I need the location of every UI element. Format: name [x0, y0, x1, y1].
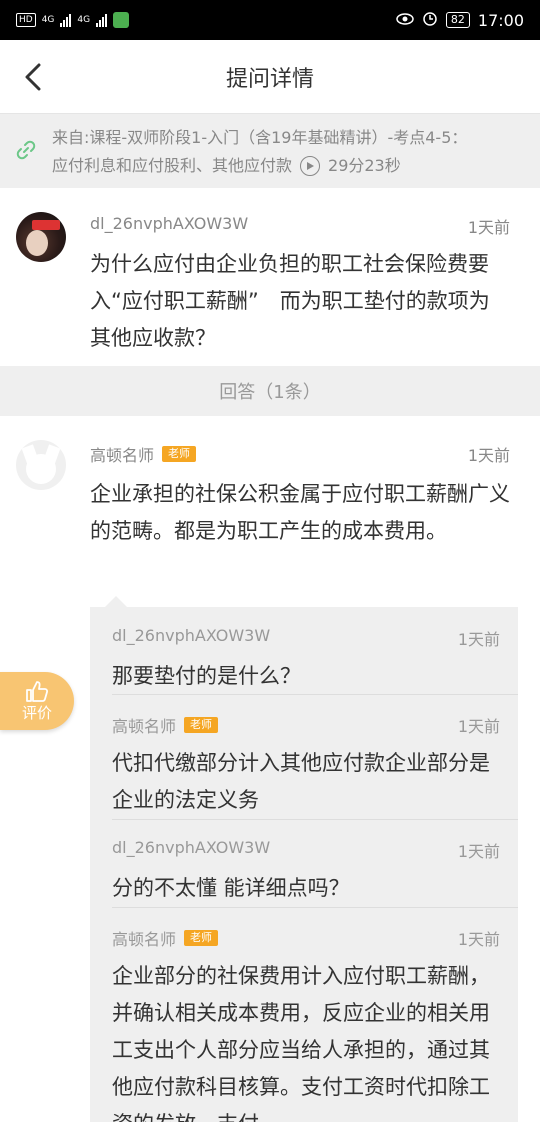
- rate-button[interactable]: 评价: [0, 672, 74, 730]
- teacher-badge: 老师: [184, 717, 219, 733]
- question-card: dl_26nvphAXOW3W 1天前 为什么应付由企业负担的职工社会保险费要入…: [0, 188, 540, 366]
- followup-username: dl_26nvphAXOW3W: [112, 626, 271, 645]
- thumbs-up-icon: [26, 680, 49, 702]
- signal-icon: [60, 13, 72, 27]
- divider: [112, 694, 518, 695]
- play-icon[interactable]: [300, 156, 321, 176]
- source-line-2: 应付利息和应付股利、其他应付款 29分23秒: [52, 152, 524, 180]
- answer-time: 1天前: [467, 446, 510, 465]
- video-duration: 29分23秒: [328, 156, 401, 175]
- eye-icon: [396, 11, 414, 30]
- avatar[interactable]: [16, 212, 66, 262]
- question-time: 1天前: [467, 218, 510, 237]
- battery-icon: 82: [445, 12, 470, 28]
- source-topic: 应付利息和应付股利、其他应付款: [52, 156, 293, 175]
- nav-header: 提问详情: [0, 40, 540, 114]
- status-left: HD 4G 4G: [16, 12, 130, 28]
- back-button[interactable]: [18, 62, 48, 92]
- link-icon: [14, 138, 38, 162]
- followup-time: 1天前: [457, 930, 500, 949]
- signal-icon-2: [96, 13, 108, 27]
- course-source-bar[interactable]: 来自:课程-双师阶段1-入门（含19年基础精讲）-考点4-5： 应付利息和应付股…: [0, 114, 540, 188]
- answer-username: 高顿名师 老师: [90, 442, 197, 466]
- followup-time: 1天前: [457, 842, 500, 861]
- divider: [112, 907, 518, 908]
- followup-text: 企业部分的社保费用计入应付职工薪酬，并确认相关成本费用，反应企业的相关用工支出个…: [112, 964, 490, 1122]
- thread-caret: [105, 596, 127, 607]
- clock-time: 17:00: [477, 10, 524, 30]
- teacher-avatar[interactable]: [16, 440, 66, 490]
- followup-text: 分的不太懂 能详细点吗？: [112, 876, 350, 900]
- followup-username: 高顿名师 老师: [112, 926, 219, 950]
- followup-time: 1天前: [457, 717, 500, 736]
- followup-text: 代扣代缴部分计入其他应付款企业部分是企业的法定义务: [112, 751, 490, 812]
- teacher-badge: 老师: [162, 446, 197, 462]
- answer-user-label: 高顿名师: [90, 446, 155, 465]
- answers-count-header: 回答（1条）: [0, 366, 540, 416]
- page-title: 提问详情: [225, 66, 314, 92]
- chevron-left-icon: [25, 63, 41, 91]
- followup-time: 1天前: [457, 630, 500, 649]
- followup-text: 那要垫付的是什么？: [112, 664, 301, 688]
- question-username: dl_26nvphAXOW3W: [90, 214, 249, 233]
- divider: [112, 819, 518, 820]
- answer-text: 企业承担的社保公积金属于应付职工薪酬广义的范畴。都是为职工产生的成本费用。: [90, 482, 510, 543]
- followup-username: 高顿名师 老师: [112, 713, 219, 737]
- network-label: 4G: [41, 15, 55, 25]
- status-bar: HD 4G 4G 82 17:00: [0, 0, 540, 40]
- alarm-icon: [422, 10, 438, 30]
- status-right: 82 17:00: [396, 10, 524, 30]
- hd-badge: HD: [16, 13, 36, 27]
- source-line-1: 来自:课程-双师阶段1-入门（含19年基础精讲）-考点4-5：: [52, 128, 468, 147]
- app-notification-icon: [113, 12, 130, 28]
- followup-username: dl_26nvphAXOW3W: [112, 838, 271, 857]
- question-text: 为什么应付由企业负担的职工社会保险费要入“应付职工薪酬” 而为职工垫付的款项为其…: [90, 252, 490, 350]
- followup-thread: dl_26nvphAXOW3W 1天前 那要垫付的是什么？ 高顿名师 老师 1天前…: [90, 607, 518, 1122]
- teacher-badge: 老师: [184, 930, 219, 946]
- rate-label: 评价: [21, 703, 52, 722]
- network-label-2: 4G: [77, 15, 91, 25]
